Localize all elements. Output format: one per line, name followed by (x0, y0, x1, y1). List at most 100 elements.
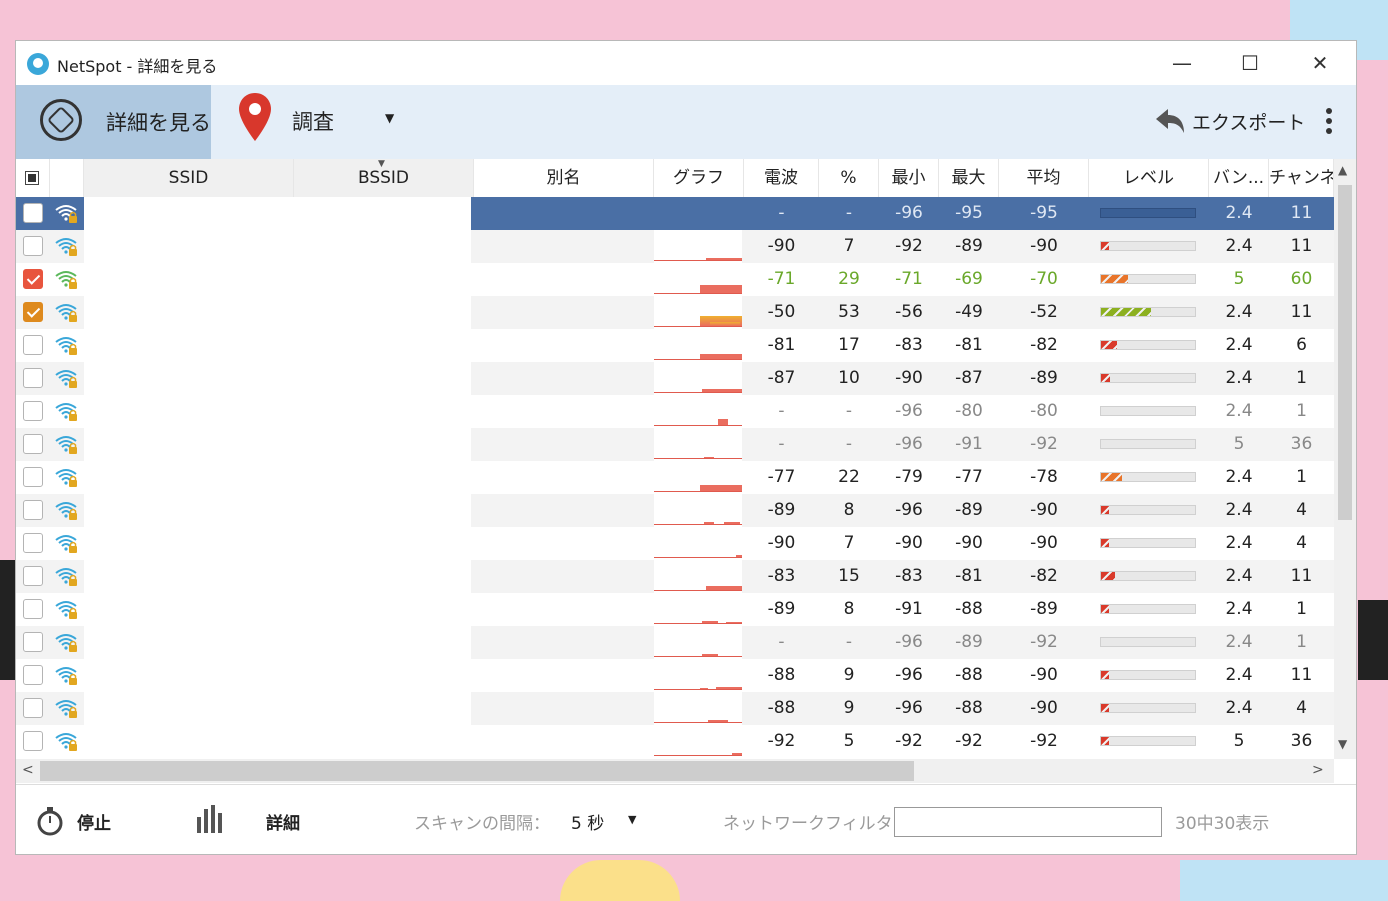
level-bar (1100, 208, 1196, 218)
column-header-ssid[interactable]: SSID (84, 159, 294, 197)
table-row[interactable]: - - -96 -95 -95 2.4 11 (16, 197, 1334, 230)
signal-cell: -89 (767, 599, 796, 619)
row-checkbox[interactable] (23, 467, 43, 487)
column-header-channel[interactable]: チャンネ (1269, 159, 1334, 197)
table-row[interactable]: -88 9 -96 -88 -90 2.4 4 (16, 692, 1334, 725)
row-checkbox[interactable] (23, 500, 43, 520)
column-header-signal[interactable]: 電波 (744, 159, 819, 197)
row-checkbox[interactable] (23, 665, 43, 685)
percent-cell: 8 (843, 500, 855, 520)
scroll-down-icon[interactable]: ▼ (1338, 737, 1347, 751)
scroll-up-icon[interactable]: ▲ (1338, 163, 1347, 177)
table-row[interactable]: -90 7 -92 -89 -90 2.4 11 (16, 230, 1334, 263)
stopwatch-icon[interactable] (36, 806, 64, 836)
min-cell: -96 (895, 434, 923, 454)
percent-cell: 15 (838, 566, 860, 586)
row-checkbox[interactable] (23, 731, 43, 751)
survey-dropdown-icon[interactable]: ▼ (385, 111, 394, 125)
more-options-icon[interactable] (1322, 105, 1336, 141)
maximize-button[interactable]: ☐ (1216, 41, 1284, 85)
scan-interval-select[interactable]: 5 秒 (571, 809, 604, 834)
table-row[interactable]: -92 5 -92 -92 -92 5 36 (16, 725, 1334, 758)
detail-button[interactable]: 詳細 (266, 809, 300, 834)
column-header-percent[interactable]: % (819, 159, 879, 197)
column-header-avg[interactable]: 平均 (999, 159, 1089, 197)
graph-baseline (654, 260, 742, 261)
row-checkbox[interactable] (23, 335, 43, 355)
max-cell: -89 (955, 632, 983, 652)
row-checkbox[interactable] (23, 368, 43, 388)
row-checkbox[interactable] (23, 236, 43, 256)
details-mode-button[interactable]: 詳細を見る (16, 85, 211, 159)
min-cell: -92 (895, 236, 923, 256)
table-row[interactable]: -81 17 -83 -81 -82 2.4 6 (16, 329, 1334, 362)
band-cell: 2.4 (1225, 533, 1253, 553)
survey-mode-label[interactable]: 調査 (292, 106, 334, 136)
level-bar (1100, 472, 1196, 482)
horizontal-scrollbar[interactable]: < > (16, 759, 1334, 783)
ssid-cell (84, 593, 471, 626)
wifi-lock-icon (55, 205, 77, 223)
column-header-alias[interactable]: 別名 (474, 159, 654, 197)
avg-cell: -95 (1030, 203, 1058, 223)
table-row[interactable]: - - -96 -80 -80 2.4 1 (16, 395, 1334, 428)
table-row[interactable]: -89 8 -91 -88 -89 2.4 1 (16, 593, 1334, 626)
minimize-button[interactable]: — (1148, 41, 1216, 85)
vertical-scrollbar[interactable]: ▲ ▼ (1334, 159, 1356, 759)
horizontal-scroll-thumb[interactable] (40, 761, 914, 781)
row-checkbox[interactable] (23, 203, 43, 223)
table-row[interactable]: -71 29 -71 -69 -70 5 60 (16, 263, 1334, 296)
column-header-min[interactable]: 最小 (879, 159, 939, 197)
table-row[interactable]: -87 10 -90 -87 -89 2.4 1 (16, 362, 1334, 395)
avg-cell: -80 (1030, 401, 1058, 421)
vertical-scroll-thumb[interactable] (1338, 185, 1352, 520)
row-checkbox[interactable] (23, 566, 43, 586)
signal-cell: -83 (767, 566, 796, 586)
network-filter-input[interactable] (894, 807, 1162, 837)
graph-baseline (654, 458, 742, 459)
table-row[interactable]: -90 7 -90 -90 -90 2.4 4 (16, 527, 1334, 560)
table-row[interactable]: - - -96 -91 -92 5 36 (16, 428, 1334, 461)
row-checkbox[interactable] (23, 269, 43, 289)
select-all-checkbox[interactable] (25, 171, 39, 185)
ssid-cell (84, 362, 471, 395)
level-bar-fill (1101, 341, 1117, 349)
row-checkbox[interactable] (23, 434, 43, 454)
row-checkbox[interactable] (23, 401, 43, 421)
close-button[interactable]: ✕ (1286, 41, 1354, 85)
table-row[interactable]: -89 8 -96 -89 -90 2.4 4 (16, 494, 1334, 527)
level-bar-fill (1101, 605, 1109, 613)
signal-graph (654, 230, 742, 263)
level-bar (1100, 439, 1196, 449)
row-checkbox[interactable] (23, 302, 43, 322)
table-row[interactable]: - - -96 -89 -92 2.4 1 (16, 626, 1334, 659)
scroll-left-icon[interactable]: < (22, 762, 34, 778)
signal-graph (654, 659, 742, 692)
graph-baseline (654, 425, 742, 426)
ssid-cell (84, 296, 471, 329)
percent-cell: - (845, 632, 853, 652)
table-row[interactable]: -88 9 -96 -88 -90 2.4 11 (16, 659, 1334, 692)
avg-cell: -92 (1030, 731, 1058, 751)
details-mode-label: 詳細を見る (106, 111, 211, 135)
toolbar: 詳細を見る 調査 ▼ エクスポート (16, 85, 1356, 159)
stop-button[interactable]: 停止 (77, 809, 111, 834)
header-select-all[interactable] (16, 159, 50, 197)
row-checkbox[interactable] (23, 599, 43, 619)
column-header-graph[interactable]: グラフ (654, 159, 744, 197)
column-header-level[interactable]: レベル (1089, 159, 1209, 197)
percent-cell: 10 (838, 368, 860, 388)
interval-dropdown-icon[interactable]: ▼ (628, 813, 636, 826)
column-header-band[interactable]: バン... (1209, 159, 1269, 197)
row-checkbox[interactable] (23, 698, 43, 718)
table-row[interactable]: -50 53 -56 -49 -52 2.4 11 (16, 296, 1334, 329)
row-checkbox[interactable] (23, 632, 43, 652)
scroll-right-icon[interactable]: > (1312, 762, 1324, 778)
row-checkbox[interactable] (23, 533, 43, 553)
band-cell: 2.4 (1225, 500, 1253, 520)
table-row[interactable]: -83 15 -83 -81 -82 2.4 11 (16, 560, 1334, 593)
column-header-max[interactable]: 最大 (939, 159, 999, 197)
equalizer-icon[interactable] (195, 803, 227, 835)
map-pin-icon[interactable] (237, 91, 273, 145)
table-row[interactable]: -77 22 -79 -77 -78 2.4 1 (16, 461, 1334, 494)
